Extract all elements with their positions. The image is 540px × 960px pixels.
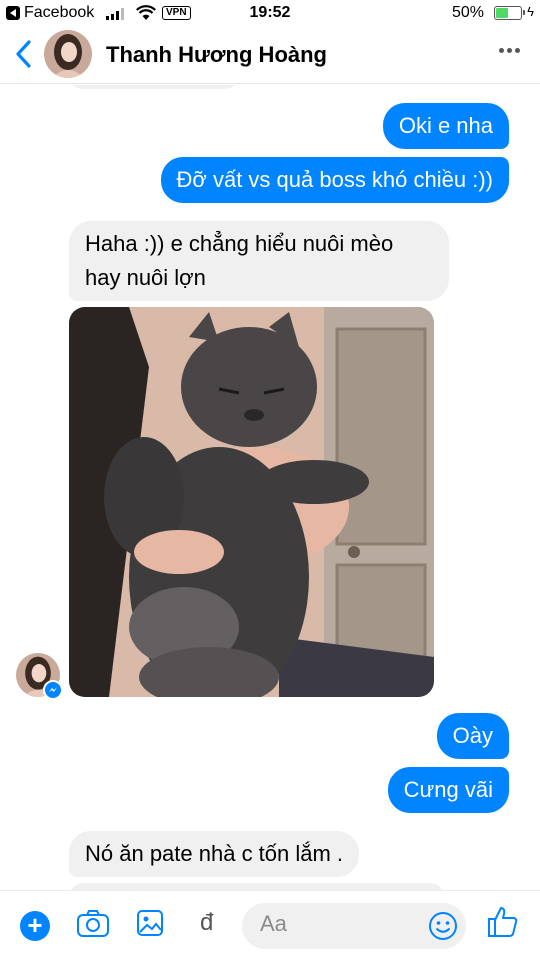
message-line: hay nuôi lợn <box>85 265 206 290</box>
payment-dong-icon[interactable]: đ <box>200 909 213 937</box>
message-input[interactable] <box>260 911 420 937</box>
charging-icon: ϟ <box>527 4 534 19</box>
conversation-header: Thanh Hương Hoàng <box>0 28 540 84</box>
more-actions-plus-icon[interactable]: + <box>20 911 50 941</box>
outgoing-message[interactable]: Oày <box>436 713 509 759</box>
emoji-icon[interactable] <box>428 911 458 941</box>
sender-avatar[interactable] <box>16 653 63 700</box>
gallery-icon[interactable] <box>136 909 164 939</box>
outgoing-message[interactable]: Oki e nha <box>382 103 509 149</box>
thumbs-up-icon[interactable] <box>486 905 520 939</box>
contact-avatar[interactable] <box>44 30 92 78</box>
contact-name[interactable]: Thanh Hương Hoàng <box>106 42 327 68</box>
previous-message-bubble <box>69 85 239 89</box>
message-input-field[interactable] <box>242 903 466 949</box>
outgoing-message[interactable]: Cưng vãi <box>387 767 509 813</box>
incoming-message[interactable]: Haha :)) e chẳng hiểu nuôi mèo hay nuôi … <box>69 221 449 301</box>
messenger-badge-icon <box>43 680 63 700</box>
cat-photo-attachment[interactable] <box>69 307 434 697</box>
next-message-bubble <box>69 883 444 890</box>
camera-icon[interactable] <box>76 909 110 939</box>
outgoing-message[interactable]: Đỡ vất vs quả boss khó chiều :)) <box>160 157 509 203</box>
message-thread[interactable]: Oki e nha Đỡ vất vs quả boss khó chiều :… <box>0 85 540 890</box>
back-chevron-icon[interactable] <box>12 38 36 70</box>
composer-bar: + đ <box>0 890 540 960</box>
incoming-message[interactable]: Nó ăn pate nhà c tốn lắm . <box>69 831 360 877</box>
status-bar: Facebook VPN 19:52 50% ϟ <box>0 0 540 28</box>
message-line: Haha :)) e chẳng hiểu nuôi mèo <box>85 231 394 256</box>
cat-photo-image <box>69 307 434 697</box>
more-options-icon[interactable] <box>499 48 520 53</box>
battery-icon <box>494 6 525 20</box>
battery-percent: 50% <box>451 4 484 21</box>
